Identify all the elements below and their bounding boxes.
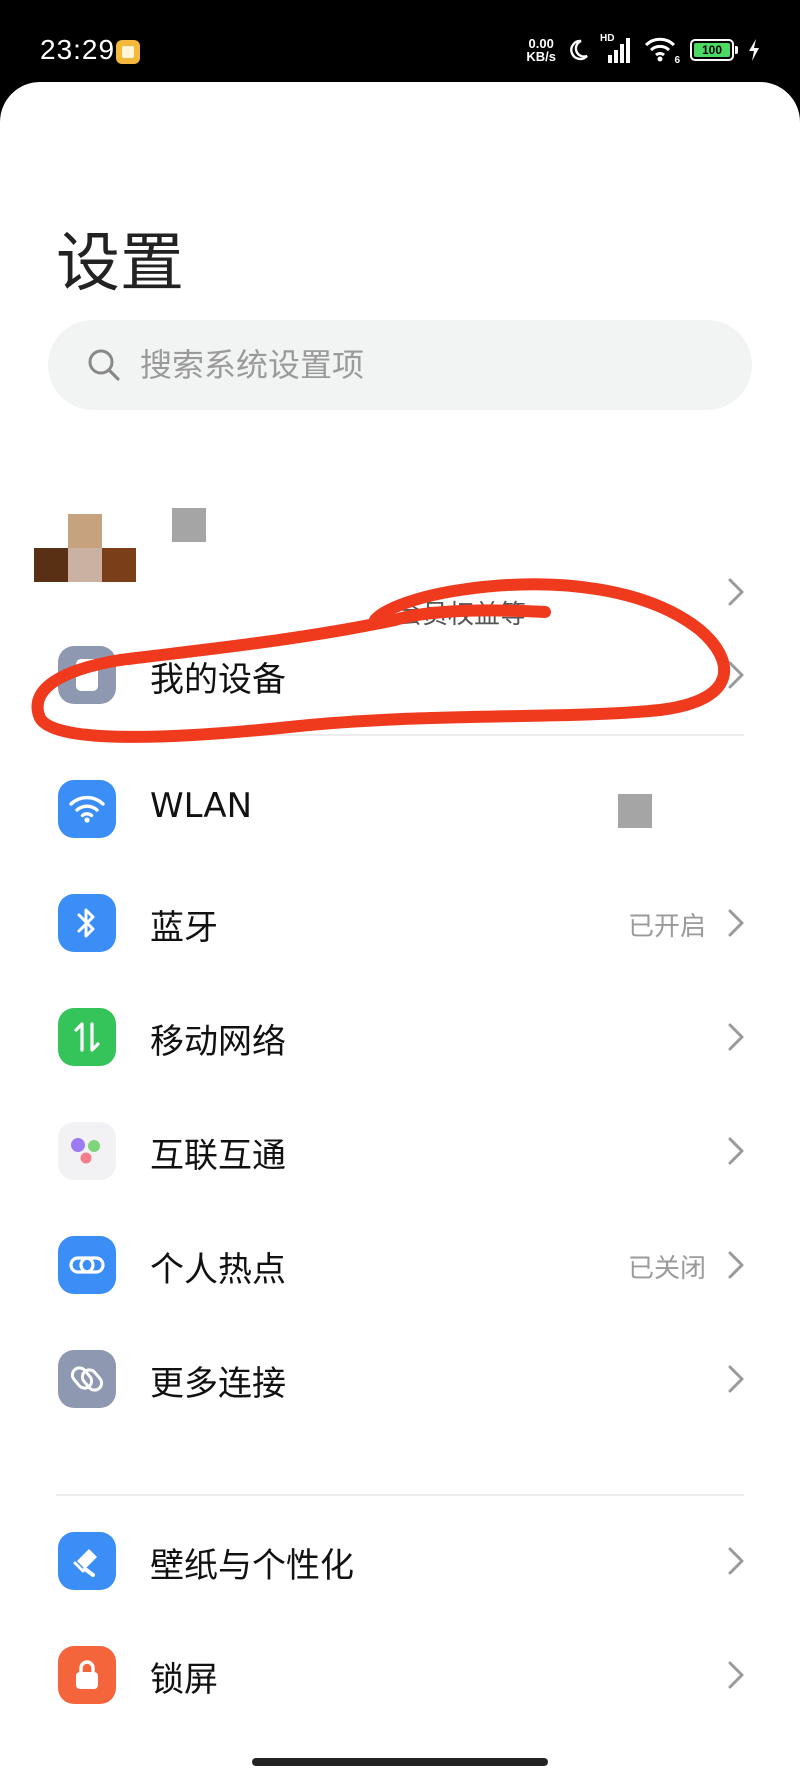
interconnect-icon xyxy=(58,1122,116,1180)
status-bar: 23:29 0.00 KB/s HD 6 100 xyxy=(0,0,800,84)
search-bar[interactable] xyxy=(48,320,752,410)
row-wallpaper[interactable]: 壁纸与个性化 xyxy=(0,1506,800,1616)
row-lockscreen[interactable]: 锁屏 xyxy=(0,1620,800,1730)
wifi-status-icon: 6 xyxy=(644,36,680,66)
cell-signal-icon: HD xyxy=(600,33,634,63)
battery-icon: 100 xyxy=(690,39,738,61)
row-label: WLAN xyxy=(150,786,253,826)
home-indicator[interactable] xyxy=(252,1758,548,1766)
chevron-right-icon xyxy=(728,1661,744,1689)
account-row[interactable]: 、会员权益等 xyxy=(0,462,800,630)
divider xyxy=(56,1494,744,1496)
row-label: 个人热点 xyxy=(150,1250,286,1290)
search-input[interactable] xyxy=(140,320,720,410)
chevron-right-icon xyxy=(728,1251,744,1279)
row-hotspot[interactable]: 个人热点 已关闭 xyxy=(0,1210,800,1320)
row-label: 蓝牙 xyxy=(150,908,218,948)
chevron-right-icon xyxy=(728,1137,744,1165)
row-label: 互联互通 xyxy=(150,1136,286,1176)
settings-sheet: 设置 、会员权益等 我的设备 xyxy=(0,82,800,1778)
page-title: 设置 xyxy=(56,227,184,301)
hotspot-icon xyxy=(58,1236,116,1294)
chevron-right-icon xyxy=(728,578,744,606)
row-mobile-network[interactable]: 移动网络 xyxy=(0,982,800,1092)
wlan-status-redacted xyxy=(618,794,652,828)
search-icon xyxy=(88,349,120,381)
more-connections-icon xyxy=(58,1350,116,1408)
mobile-network-icon xyxy=(58,1008,116,1066)
battery-level: 100 xyxy=(694,43,730,57)
wifi-version-label: 6 xyxy=(674,55,680,66)
chevron-right-icon xyxy=(728,909,744,937)
network-speed: 0.00 KB/s xyxy=(526,37,556,63)
row-wlan[interactable]: WLAN xyxy=(0,754,800,864)
chevron-right-icon xyxy=(728,1023,744,1051)
notification-icon xyxy=(116,40,140,64)
chevron-right-icon xyxy=(728,661,744,689)
avatar xyxy=(34,514,136,616)
bluetooth-icon xyxy=(58,894,116,952)
lock-icon xyxy=(58,1646,116,1704)
chevron-right-icon xyxy=(728,1365,744,1393)
divider xyxy=(56,734,744,736)
row-label: 壁纸与个性化 xyxy=(150,1546,354,1586)
status-icons: 0.00 KB/s HD 6 100 xyxy=(526,33,760,66)
row-label: 更多连接 xyxy=(150,1364,286,1404)
wifi-icon xyxy=(58,780,116,838)
row-value: 已开启 xyxy=(627,912,706,942)
account-name-redacted xyxy=(172,508,206,542)
moon-icon xyxy=(570,39,588,61)
row-bluetooth[interactable]: 蓝牙 已开启 xyxy=(0,868,800,978)
status-time: 23:29 xyxy=(40,34,116,65)
my-device-icon xyxy=(58,646,116,704)
wallpaper-icon xyxy=(58,1532,116,1590)
row-label: 我的设备 xyxy=(150,660,286,700)
row-label: 移动网络 xyxy=(150,1022,286,1062)
row-my-device[interactable]: 我的设备 xyxy=(0,620,800,730)
network-speed-unit: KB/s xyxy=(526,49,556,64)
row-interconnect[interactable]: 互联互通 xyxy=(0,1096,800,1206)
row-more-connections[interactable]: 更多连接 xyxy=(0,1324,800,1434)
row-label: 锁屏 xyxy=(150,1660,218,1700)
charging-icon xyxy=(749,39,759,61)
chevron-right-icon xyxy=(728,1547,744,1575)
row-value: 已关闭 xyxy=(627,1254,706,1284)
